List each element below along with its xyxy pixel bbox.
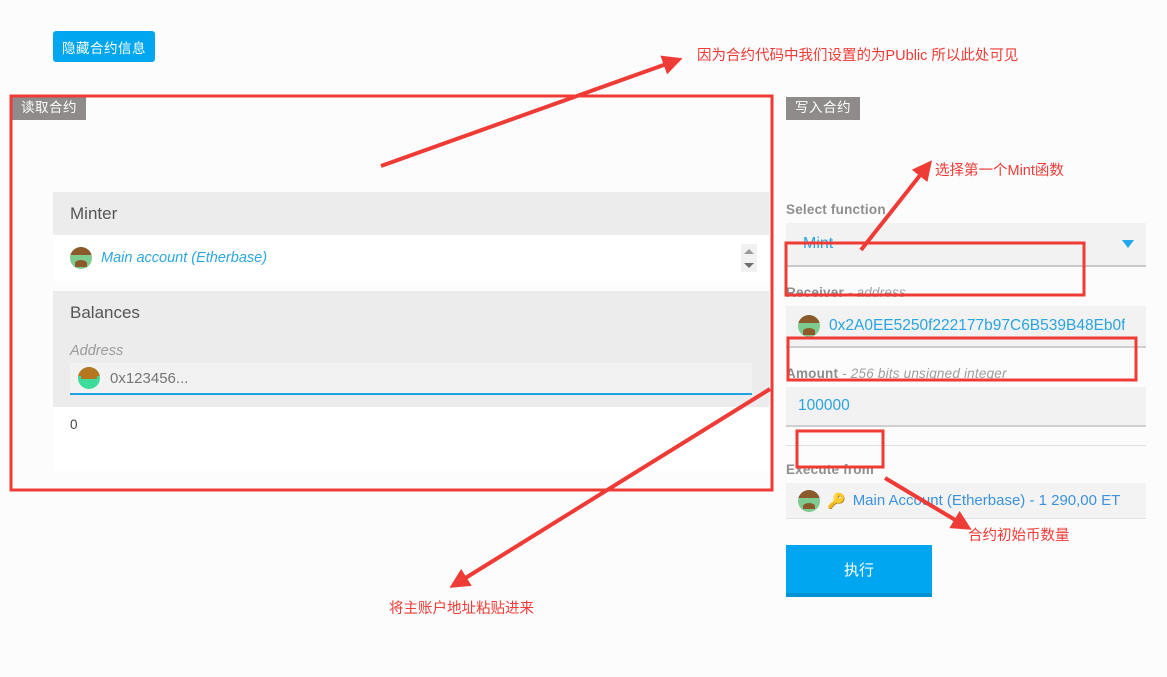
amount-label: Amount - 256 bits unsigned integer (786, 366, 1146, 381)
write-contract-body: Select function Mint Receiver - address … (786, 202, 1146, 597)
group-spacer (53, 281, 769, 291)
balances-field-group: Balances Address 0 (53, 291, 769, 471)
hide-contract-info-button[interactable]: 隐藏合约信息 (53, 31, 155, 62)
minter-header: Minter (53, 192, 769, 235)
blockie-avatar-icon (78, 367, 100, 389)
read-contract-panel: 读取合约 Minter Main account (Etherbase) Bal… (12, 97, 770, 517)
execute-from-account-value: Main Account (Etherbase) - 1 290,00 ET (852, 492, 1121, 509)
minter-account-link[interactable]: Main account (Etherbase) (101, 250, 267, 266)
read-contract-body: Minter Main account (Etherbase) Balances… (53, 192, 769, 471)
balances-address-input[interactable] (108, 368, 715, 388)
balances-result-value: 0 (53, 407, 769, 441)
write-contract-panel: 写入合约 Select function Mint Receiver - add… (786, 97, 1146, 677)
execute-button[interactable]: 执行 (786, 545, 932, 597)
receiver-label-text: Receiver (786, 285, 844, 300)
receiver-label: Receiver - address (786, 285, 1146, 300)
receiver-input[interactable]: 0x2A0EE5250f222177b97C6B539B48Eb0f (786, 306, 1146, 348)
execute-from-label: Execute from (786, 462, 874, 477)
annotation-initial-supply-note: 合约初始币数量 (968, 528, 1070, 544)
amount-input[interactable]: 100000 (786, 387, 1146, 427)
write-contract-tab-label: 写入合约 (786, 97, 860, 121)
receiver-type-hint: - address (847, 285, 906, 300)
select-function-value: Mint (803, 235, 834, 252)
chevron-down-icon[interactable] (744, 262, 754, 268)
select-function-dropdown[interactable]: Mint (786, 223, 1146, 267)
minter-value-row: Main account (Etherbase) (53, 235, 769, 281)
amount-type-hint: - 256 bits unsigned integer (842, 366, 1007, 381)
blockie-avatar-icon (798, 315, 820, 337)
balances-address-input-wrap (53, 363, 769, 407)
read-contract-tab-label: 读取合约 (12, 97, 86, 121)
chevron-up-icon[interactable] (744, 248, 754, 254)
key-icon: 🔑 (827, 492, 846, 510)
annotation-public-note: 因为合约代码中我们设置的为PUblic 所以此处可见 (697, 48, 1019, 64)
spinner-stepper-icon[interactable] (741, 244, 757, 272)
amount-value: 100000 (798, 397, 850, 414)
amount-label-text: Amount (786, 366, 839, 381)
balances-address-input-field[interactable] (70, 363, 752, 395)
blockie-avatar-icon (70, 247, 92, 269)
chevron-down-icon[interactable] (1122, 240, 1134, 248)
execute-from-account-select[interactable]: 🔑 Main Account (Etherbase) - 1 290,00 ET (786, 483, 1146, 519)
minter-field-group: Minter Main account (Etherbase) (53, 192, 769, 281)
select-function-label: Select function (786, 202, 886, 217)
divider (786, 445, 1146, 446)
annotation-select-mint-note: 选择第一个Mint函数 (935, 163, 1064, 179)
balances-header: Balances (53, 291, 769, 334)
balances-address-label: Address (53, 334, 769, 363)
annotation-paste-address-note: 将主账户地址粘贴进来 (389, 601, 534, 617)
blockie-avatar-icon (798, 489, 820, 512)
balances-blank-row (53, 441, 769, 471)
receiver-value: 0x2A0EE5250f222177b97C6B539B48Eb0f (829, 317, 1126, 334)
